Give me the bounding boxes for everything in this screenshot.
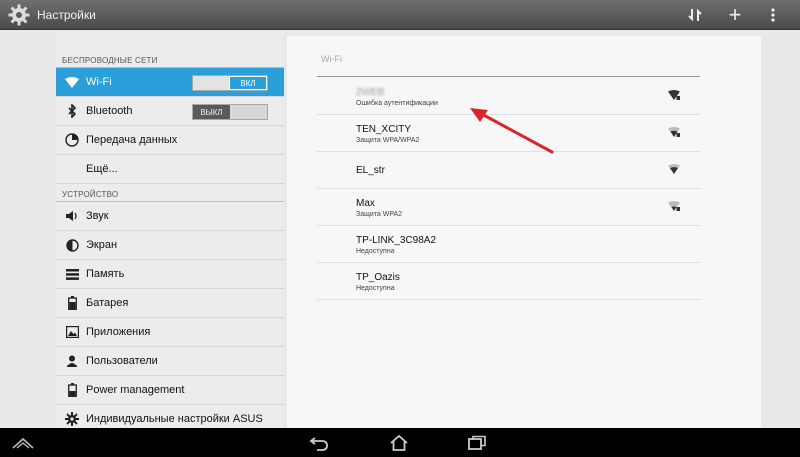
settings-sidebar: Беспроводные сети Wi-Fi ВКЛ Bluetooth ВЫ… — [56, 30, 284, 434]
overflow-menu-button[interactable] — [760, 0, 786, 30]
sidebar-item-sound[interactable]: Звук — [56, 202, 284, 231]
sidebar-item-label: Передача данных — [86, 134, 178, 146]
wifi-panel: Wi-Fi 2WEB Ошибка аутентификации TEN_XCI… — [287, 36, 761, 428]
network-ssid: Max — [356, 198, 375, 209]
sidebar-item-label: Индивидуальные настройки ASUS — [86, 413, 263, 425]
display-icon — [60, 231, 84, 260]
sidebar-item-more[interactable]: Ещё... — [56, 155, 284, 184]
toggle-state: ВКЛ — [229, 76, 267, 90]
users-icon — [60, 347, 84, 376]
sidebar-item-battery[interactable]: Батарея — [56, 289, 284, 318]
page-title: Настройки — [37, 8, 96, 22]
sidebar-item-label: Пользователи — [86, 355, 158, 367]
sidebar-item-wifi[interactable]: Wi-Fi ВКЛ — [56, 68, 284, 97]
bluetooth-toggle[interactable]: ВЫКЛ — [192, 104, 268, 120]
network-ssid: TEN_XCITY — [356, 124, 412, 135]
panel-title: Wi-Fi — [321, 54, 342, 64]
network-ssid: TP_Oazis — [356, 272, 400, 283]
apps-icon — [60, 318, 84, 347]
battery-icon — [60, 289, 84, 318]
sidebar-item-label: Батарея — [86, 297, 129, 309]
network-item[interactable]: TP_Oazis Недоступна — [317, 263, 700, 300]
add-network-button[interactable]: + — [722, 0, 748, 30]
plus-icon: + — [728, 2, 742, 27]
network-item[interactable]: Max Защита WPA2 — [317, 189, 700, 226]
wifi-toggle[interactable]: ВКЛ — [192, 75, 268, 91]
network-ssid: TP-LINK_3C98A2 — [356, 235, 437, 246]
home-icon — [390, 434, 408, 451]
data-usage-icon — [60, 126, 84, 155]
sidebar-item-label: Экран — [86, 239, 118, 251]
sidebar-item-power[interactable]: Power management — [56, 376, 284, 405]
sidebar-item-label: Ещё... — [86, 163, 118, 175]
section-header-wireless: Беспроводные сети — [56, 50, 284, 68]
network-status: Защита WPA/WPA2 — [356, 137, 420, 144]
sidebar-item-storage[interactable]: Память — [56, 260, 284, 289]
sidebar-item-bluetooth[interactable]: Bluetooth ВЫКЛ — [56, 97, 284, 126]
divider — [317, 76, 700, 77]
back-button[interactable] — [306, 432, 332, 454]
network-status: Недоступна — [356, 285, 395, 292]
red-arrow-annotation — [470, 108, 554, 154]
sidebar-item-label: Power management — [86, 384, 185, 396]
bluetooth-icon — [60, 97, 84, 126]
network-ssid: 2WEB — [356, 87, 385, 98]
toggle-track — [230, 105, 267, 119]
wifi-signal-locked-icon — [668, 127, 680, 137]
sidebar-item-apps[interactable]: Приложения — [56, 318, 284, 347]
sidebar-item-display[interactable]: Экран — [56, 231, 284, 260]
network-status: Защита WPA2 — [356, 211, 403, 218]
overflow-menu-icon — [771, 8, 775, 22]
sync-button[interactable] — [680, 0, 710, 30]
wifi-signal-locked-icon — [668, 201, 680, 211]
toggle-track — [193, 76, 229, 90]
recent-apps-button[interactable] — [464, 432, 490, 454]
sidebar-item-label: Приложения — [86, 326, 151, 338]
gear-icon[interactable] — [7, 3, 31, 27]
section-header-device: Устройство — [56, 184, 284, 202]
sync-icon — [688, 8, 702, 22]
menu-icon — [12, 437, 34, 449]
system-nav-bar — [0, 428, 800, 457]
network-item[interactable]: TP-LINK_3C98A2 Недоступна — [317, 226, 700, 263]
network-status: Ошибка аутентификации — [356, 100, 438, 107]
action-bar: Настройки + — [0, 0, 800, 30]
sound-icon — [60, 202, 84, 231]
wifi-signal-icon — [668, 164, 680, 174]
home-button[interactable] — [386, 432, 412, 454]
recent-apps-icon — [468, 435, 486, 450]
wifi-signal-locked-icon — [668, 90, 680, 100]
sidebar-item-label: Звук — [86, 210, 109, 222]
power-icon — [60, 376, 84, 405]
sidebar-item-users[interactable]: Пользователи — [56, 347, 284, 376]
storage-icon — [60, 260, 84, 289]
sidebar-item-label: Память — [86, 268, 125, 280]
toggle-state: ВЫКЛ — [193, 105, 230, 119]
network-status: Недоступна — [356, 248, 395, 255]
network-ssid: EL_str — [356, 165, 385, 176]
menu-button[interactable] — [10, 432, 36, 454]
sidebar-item-data-usage[interactable]: Передача данных — [56, 126, 284, 155]
wifi-icon — [60, 68, 84, 97]
back-icon — [309, 437, 328, 451]
